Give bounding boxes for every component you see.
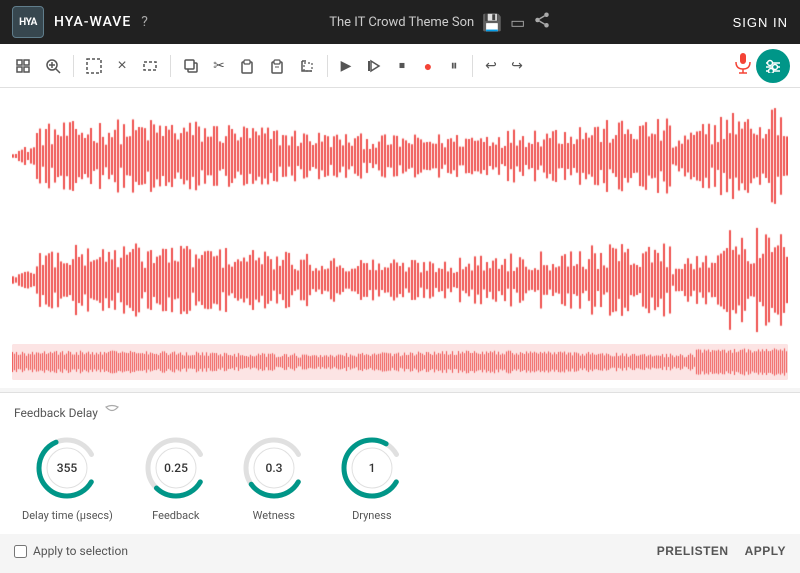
zoom-out-button[interactable] <box>10 52 36 80</box>
wetness-label: Wetness <box>253 509 295 522</box>
cut-button[interactable]: ✂ <box>208 52 230 80</box>
export-icon[interactable]: ▭ <box>510 13 525 32</box>
waveform-container <box>0 88 800 388</box>
play-button[interactable]: ▶ <box>335 52 357 80</box>
svg-text:0.25: 0.25 <box>164 461 188 475</box>
share-icon[interactable] <box>533 11 551 33</box>
redo-button[interactable]: ↪ <box>506 52 528 80</box>
waveform-track-top[interactable] <box>12 96 788 216</box>
toolbar: × ✂ ▶ ⏹ ● ⏸ ↩ ↪ <box>0 44 800 88</box>
paste-button[interactable] <box>234 52 260 80</box>
eq-button[interactable] <box>756 49 790 83</box>
dryness-knob[interactable]: 1 <box>337 433 407 503</box>
sign-in-button[interactable]: SIGN IN <box>733 15 788 30</box>
paste2-button[interactable] <box>264 52 290 80</box>
waveform-overview[interactable] <box>12 344 788 380</box>
apply-to-selection-row: Apply to selection <box>14 544 128 558</box>
deselect-button[interactable]: × <box>111 52 133 80</box>
knob-delay-time: 355 Delay time (µsecs) <box>22 433 113 522</box>
action-buttons: PRELISTEN APPLY <box>657 544 786 558</box>
apply-button[interactable]: APPLY <box>745 544 786 558</box>
header-center: The IT Crowd Theme Son 💾 ▭ <box>329 11 551 33</box>
knob-wetness: 0.3 Wetness <box>239 433 309 522</box>
knob-dryness: 1 Dryness <box>337 433 407 522</box>
record-button[interactable]: ● <box>417 52 439 80</box>
wetness-knob[interactable]: 0.3 <box>239 433 309 503</box>
panel-title: Feedback Delay <box>14 403 786 423</box>
knob-feedback: 0.25 Feedback <box>141 433 211 522</box>
divider-4 <box>472 55 473 77</box>
header: HYA HYA-WAVE ? The IT Crowd Theme Son 💾 … <box>0 0 800 44</box>
help-icon[interactable]: ? <box>141 14 148 30</box>
apply-to-selection-checkbox[interactable] <box>14 545 27 558</box>
delay-time-label: Delay time (µsecs) <box>22 509 113 522</box>
divider-3 <box>327 55 328 77</box>
zoom-in-button[interactable] <box>40 52 66 80</box>
track-title: The IT Crowd Theme Son <box>329 15 474 30</box>
divider-1 <box>73 55 74 77</box>
header-left: HYA HYA-WAVE ? <box>12 6 148 38</box>
svg-text:0.3: 0.3 <box>265 461 282 475</box>
panel-title-text: Feedback Delay <box>14 406 98 420</box>
feedback-knob[interactable]: 0.25 <box>141 433 211 503</box>
bottom-bar: Apply to selection PRELISTEN APPLY <box>0 534 800 564</box>
feedback-label: Feedback <box>152 509 199 522</box>
panel-toggle-icon[interactable] <box>104 403 120 423</box>
logo-text: HYA <box>19 17 37 28</box>
delay-time-knob[interactable]: 355 <box>32 433 102 503</box>
app-name: HYA-WAVE <box>54 14 131 30</box>
pause-button[interactable]: ⏸ <box>443 52 465 80</box>
divider-2 <box>170 55 171 77</box>
crop-button[interactable] <box>294 52 320 80</box>
effects-panel: Feedback Delay 355 Delay time (µsecs) 0.… <box>0 392 800 534</box>
logo-box: HYA <box>12 6 44 38</box>
waveform-track-bottom[interactable] <box>12 220 788 340</box>
undo-button[interactable]: ↩ <box>480 52 502 80</box>
select-all-button[interactable] <box>81 52 107 80</box>
prelisten-button[interactable]: PRELISTEN <box>657 544 729 558</box>
stop-button[interactable]: ⏹ <box>391 52 413 80</box>
copy-button[interactable] <box>178 52 204 80</box>
svg-text:1: 1 <box>368 461 375 475</box>
microphone-button[interactable] <box>734 52 752 79</box>
svg-text:355: 355 <box>57 461 78 475</box>
dryness-label: Dryness <box>352 509 392 522</box>
select-region-button[interactable] <box>137 52 163 80</box>
play-selection-button[interactable] <box>361 52 387 80</box>
save-icon[interactable]: 💾 <box>482 13 502 32</box>
header-right: SIGN IN <box>733 15 788 30</box>
apply-to-selection-label: Apply to selection <box>33 544 128 558</box>
knobs-row: 355 Delay time (µsecs) 0.25 Feedback 0.3… <box>14 433 786 522</box>
